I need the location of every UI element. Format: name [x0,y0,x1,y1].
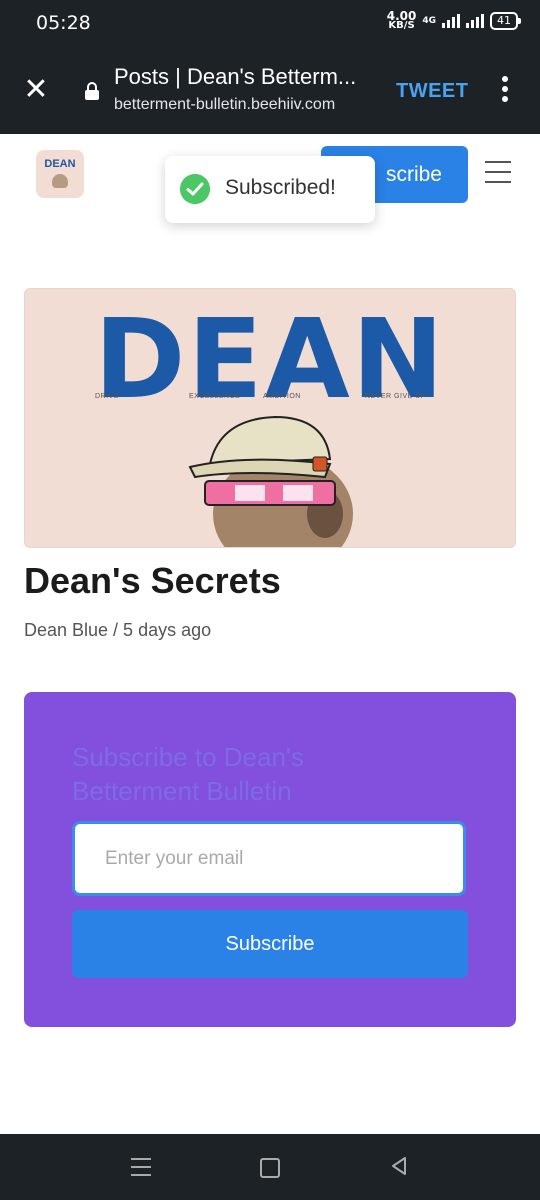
network-speed-unit: KB/S [388,20,415,31]
battery-icon: 41 [490,12,521,30]
signal-icon [442,14,460,28]
post-cover-image[interactable]: DEAN DRIVE EXCELLENCE AMBITION NEVER GIV… [24,288,516,548]
ape-illustration [188,415,353,547]
subscribe-card: Subscribe to Dean's Betterment Bulletin … [24,692,516,1027]
close-icon[interactable]: ✕ [18,70,54,110]
browser-toolbar: ✕ Posts | Dean's Betterm... betterment-b… [0,46,540,134]
system-nav-bar [0,1134,540,1200]
logo-text: DEAN [44,158,76,170]
logo-avatar [52,174,68,188]
subscribe-button[interactable]: Subscribe [72,910,468,978]
toast-message: Subscribed! [225,176,336,199]
status-bar: 05:28 4.00 KB/S 4G 41 [0,0,540,46]
site-logo[interactable]: DEAN [36,150,84,198]
battery-level: 41 [497,14,511,27]
home-icon[interactable] [260,1158,280,1178]
hamburger-menu-icon[interactable] [485,161,511,183]
url-domain[interactable]: betterment-bulletin.beehiiv.com [114,96,335,114]
lock-icon [85,82,99,100]
post-title[interactable]: Dean's Secrets [24,560,281,602]
check-circle-icon [180,174,210,204]
network-type: 4G [422,16,436,26]
back-icon[interactable] [389,1156,409,1176]
email-field[interactable] [72,821,466,896]
signal-icon-2 [466,14,484,28]
more-vert-icon[interactable] [498,76,512,106]
status-indicators: 4.00 KB/S 4G 41 [387,10,521,31]
subscribe-heading: Subscribe to Dean's Betterment Bulletin [72,742,304,806]
status-time: 05:28 [36,12,91,34]
tweet-button[interactable]: TWEET [396,80,469,103]
page-title[interactable]: Posts | Dean's Betterm... [114,64,379,90]
subscribed-toast: Subscribed! [165,156,375,223]
network-speed: 4.00 KB/S [387,10,417,31]
post-meta: Dean Blue / 5 days ago [24,620,212,640]
menu-icon[interactable] [131,1158,151,1176]
